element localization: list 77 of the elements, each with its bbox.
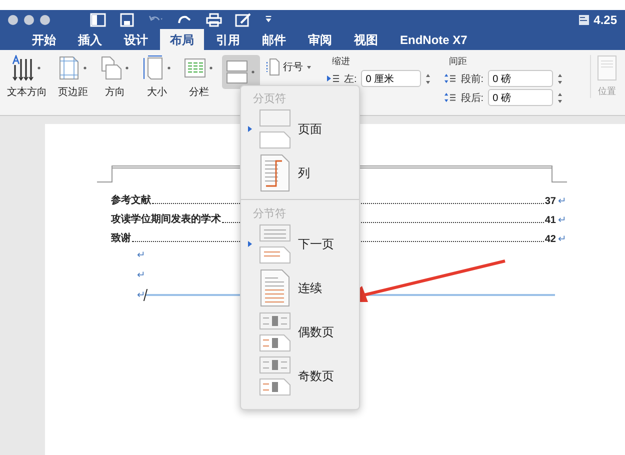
column-break-icon (258, 153, 292, 193)
paragraph-mark: ↵ (558, 233, 566, 245)
paragraph-mark: ↵ (558, 195, 566, 207)
menu-item[interactable]: 奇数页 (241, 354, 359, 398)
menu-section-heading: 分页符 (252, 92, 287, 107)
dropdown-icon (166, 65, 172, 71)
dropdown-icon (82, 65, 88, 71)
dropdown-icon (250, 69, 256, 75)
paper-size-icon (142, 55, 164, 81)
toc-entry-title: 参考文献 (111, 194, 151, 207)
toc-page-number: 37 (544, 196, 556, 207)
ribbon-tab[interactable]: 审阅 (298, 29, 342, 50)
ribbon-tab[interactable]: EndNote X7 (390, 29, 478, 50)
stepper-icon[interactable] (556, 72, 563, 86)
page-number-break-icon (258, 312, 292, 352)
ribbon-tool-button[interactable]: 页边距 (54, 55, 92, 99)
ribbon-tab[interactable]: 设计 (114, 29, 158, 50)
menu-item[interactable]: 列 (241, 151, 359, 195)
menu-item[interactable]: 页面 (241, 107, 359, 151)
page-number-break-icon (258, 356, 292, 396)
toc-entry-title: 致谢 (111, 232, 131, 245)
ribbon-tab[interactable]: 邮件 (252, 29, 296, 50)
spacing-before-field[interactable]: 0 磅 (488, 70, 553, 87)
ribbon-tab[interactable]: 引用 (206, 29, 250, 50)
stepper-icon[interactable] (556, 90, 563, 104)
position-icon (597, 55, 617, 81)
indent-left-icon (326, 73, 340, 84)
menu-item[interactable]: 连续 (241, 266, 359, 310)
dropdown-icon (36, 65, 42, 71)
breaks-button[interactable] (222, 55, 260, 89)
window-title: 4.25 (594, 12, 617, 26)
indent-left-label: 左: (344, 72, 357, 86)
paragraph-mark: ↵ (137, 249, 145, 261)
paragraph-mark: ↵ (137, 269, 145, 281)
edit-icon[interactable] (235, 12, 251, 26)
breaks-icon (226, 59, 248, 85)
paragraph-mark: ↵ (558, 214, 566, 226)
save-icon[interactable] (119, 12, 135, 26)
toc-entry-title: 攻读学位期间发表的学术 (111, 212, 221, 226)
stepper-icon[interactable] (424, 72, 431, 86)
toc-page-number: 42 (544, 234, 556, 245)
document-icon (578, 14, 590, 26)
customize-icon[interactable] (264, 15, 273, 24)
dropdown-icon (124, 65, 130, 71)
spacing-before-label: 段前: (460, 72, 484, 86)
spacing-before-icon (442, 73, 457, 84)
indent-heading: 缩进 (332, 55, 351, 68)
ribbon-tool-button[interactable]: 方向 (96, 55, 134, 99)
toc-page-number: 41 (544, 215, 556, 226)
next-page-break-icon (258, 224, 292, 264)
spacing-heading: 间距 (448, 55, 468, 68)
print-icon[interactable] (206, 12, 222, 26)
spacing-after-icon (442, 92, 457, 103)
menu-item[interactable]: 偶数页 (241, 310, 359, 354)
ribbon-tab[interactable]: 布局 (160, 29, 204, 50)
page-break-icon (258, 109, 292, 149)
ribbon-tab[interactable]: 开始 (22, 29, 66, 50)
ribbon-tool-button[interactable]: 大小 (138, 55, 176, 99)
ribbon-tab[interactable]: 插入 (68, 29, 112, 50)
spacing-after-field[interactable]: 0 磅 (488, 89, 553, 106)
line-numbers-icon (266, 58, 280, 76)
indent-left-field[interactable]: 0 厘米 (360, 70, 421, 87)
dropdown-icon (306, 64, 312, 70)
spacing-after-label: 段后: (460, 92, 484, 104)
ribbon-tab[interactable]: 视图 (344, 29, 388, 50)
menu-section-heading: 分节符 (252, 207, 287, 222)
continuous-break-icon (258, 268, 292, 308)
text-direction-icon (12, 55, 34, 81)
dropdown-icon (208, 65, 214, 71)
paragraph-mark: ↵ (137, 289, 145, 301)
orientation-icon (100, 55, 122, 81)
menu-item[interactable]: 下一页 (241, 222, 359, 266)
sidebar-icon[interactable] (90, 12, 106, 26)
ribbon-tool-button[interactable]: 分栏 (180, 55, 218, 99)
ribbon-tool-button[interactable]: 文本方向 (4, 55, 50, 99)
margins-icon (58, 55, 80, 81)
line-numbers-button[interactable]: 行号 (264, 55, 314, 79)
